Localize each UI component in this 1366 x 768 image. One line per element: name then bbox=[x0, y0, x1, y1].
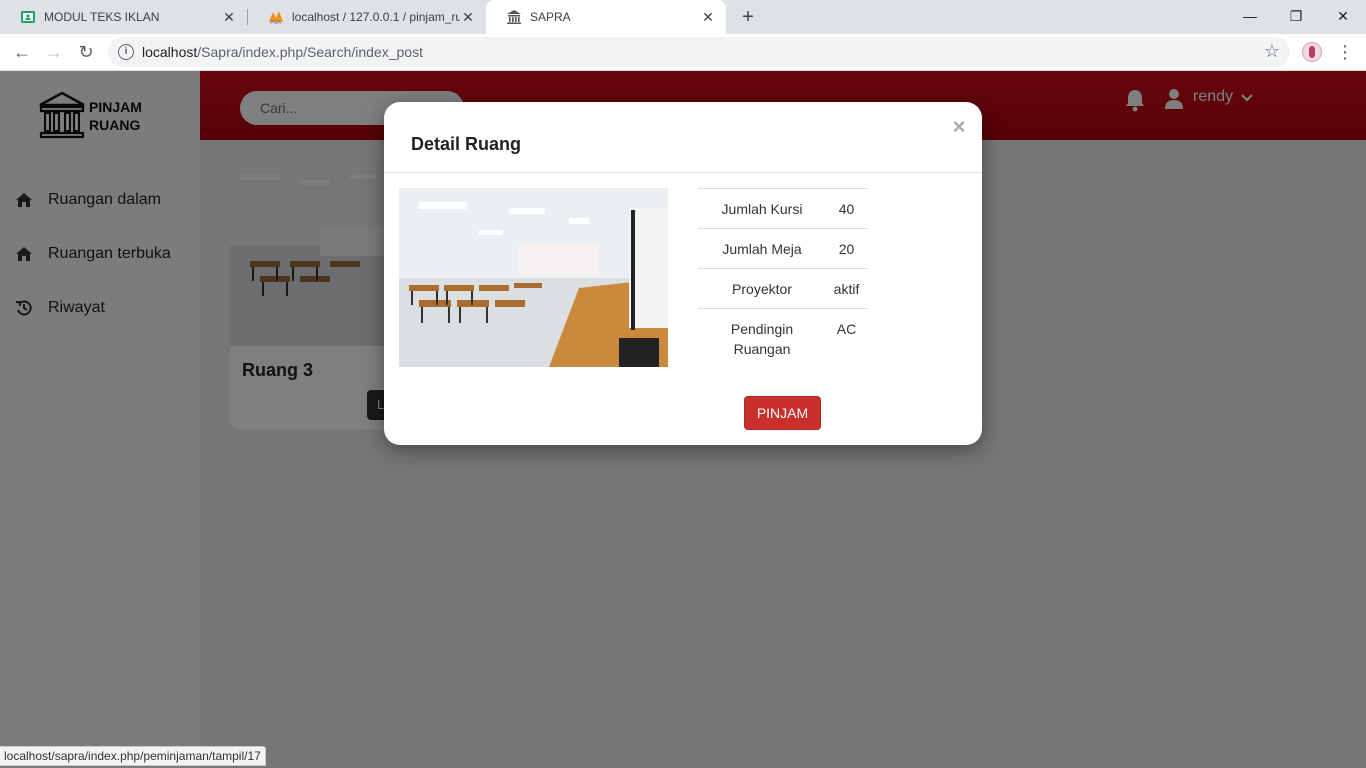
svg-text:PMA: PMA bbox=[270, 20, 282, 25]
reload-icon[interactable]: ↻ bbox=[74, 40, 98, 64]
detail-value: AC bbox=[826, 308, 867, 368]
detail-value: 40 bbox=[826, 188, 867, 229]
tab-title: SAPRA bbox=[530, 10, 571, 24]
url-text[interactable]: localhost/Sapra/index.php/Search/index_p… bbox=[142, 44, 423, 60]
status-bar-url: localhost/sapra/index.php/peminjaman/tam… bbox=[0, 746, 266, 766]
detail-label: Jumlah Kursi bbox=[698, 188, 826, 229]
table-row: Pendingin Ruangan AC bbox=[698, 308, 867, 368]
close-tab-icon[interactable]: ✕ bbox=[221, 9, 237, 25]
url-host: localhost bbox=[142, 44, 198, 60]
address-bar[interactable]: i localhost/Sapra/index.php/Search/index… bbox=[108, 37, 1290, 67]
room-detail-table: Jumlah Kursi 40 Jumlah Meja 20 Proyektor… bbox=[698, 188, 867, 368]
room-detail-modal: Detail Ruang × Jumlah Kursi 40 Jumlah Me… bbox=[384, 102, 982, 445]
forward-icon[interactable]: → bbox=[42, 40, 66, 64]
browser-menu-icon[interactable]: ⋮ bbox=[1336, 40, 1354, 64]
detail-value: aktif bbox=[826, 268, 867, 309]
table-row: Jumlah Meja 20 bbox=[698, 228, 867, 269]
detail-label: Proyektor bbox=[698, 268, 826, 309]
browser-toolbar: ← → ↻ i localhost/Sapra/index.php/Search… bbox=[0, 34, 1366, 71]
tab-modul-teks-iklan[interactable]: MODUL TEKS IKLAN ✕ bbox=[0, 0, 247, 34]
modal-title: Detail Ruang bbox=[411, 134, 522, 154]
detail-value: 20 bbox=[826, 228, 867, 269]
detail-label: Pendingin Ruangan bbox=[698, 308, 826, 368]
room-photo bbox=[399, 188, 668, 367]
minimize-icon[interactable]: — bbox=[1238, 4, 1262, 28]
site-info-icon[interactable]: i bbox=[118, 44, 134, 60]
tab-title: localhost / 127.0.0.1 / pinjam_ruang bbox=[292, 10, 460, 24]
phpmyadmin-icon: PMA bbox=[269, 11, 283, 25]
tab-phpmyadmin[interactable]: PMA localhost / 127.0.0.1 / pinjam_ruang… bbox=[248, 0, 486, 34]
tab-title: MODUL TEKS IKLAN bbox=[44, 10, 160, 24]
table-row: Proyektor aktif bbox=[698, 268, 867, 309]
profile-avatar[interactable] bbox=[1302, 42, 1322, 62]
page: PINJAM RUANG Ruangan dalam Ruangan terbu… bbox=[0, 71, 1366, 768]
modal-divider bbox=[384, 172, 982, 173]
tab-strip: MODUL TEKS IKLAN ✕ PMA localhost / 127.0… bbox=[0, 0, 1366, 34]
restore-icon[interactable]: ❐ bbox=[1284, 4, 1308, 28]
close-tab-icon[interactable]: ✕ bbox=[460, 9, 476, 25]
window-close-icon[interactable]: ✕ bbox=[1331, 4, 1355, 28]
table-row: Jumlah Kursi 40 bbox=[698, 188, 867, 229]
close-tab-icon[interactable]: ✕ bbox=[700, 9, 716, 25]
bookmark-star-icon[interactable]: ☆ bbox=[1264, 41, 1280, 62]
back-icon[interactable]: ← bbox=[10, 40, 34, 64]
classroom-icon bbox=[21, 11, 35, 23]
building-icon bbox=[507, 10, 521, 24]
close-icon[interactable]: × bbox=[950, 116, 968, 138]
new-tab-icon[interactable]: + bbox=[738, 7, 758, 27]
url-path: /Sapra/index.php/Search/index_post bbox=[197, 44, 423, 60]
tab-sapra[interactable]: SAPRA ✕ bbox=[486, 0, 726, 34]
pinjam-button[interactable]: PINJAM bbox=[744, 396, 821, 430]
detail-label: Jumlah Meja bbox=[698, 228, 826, 269]
